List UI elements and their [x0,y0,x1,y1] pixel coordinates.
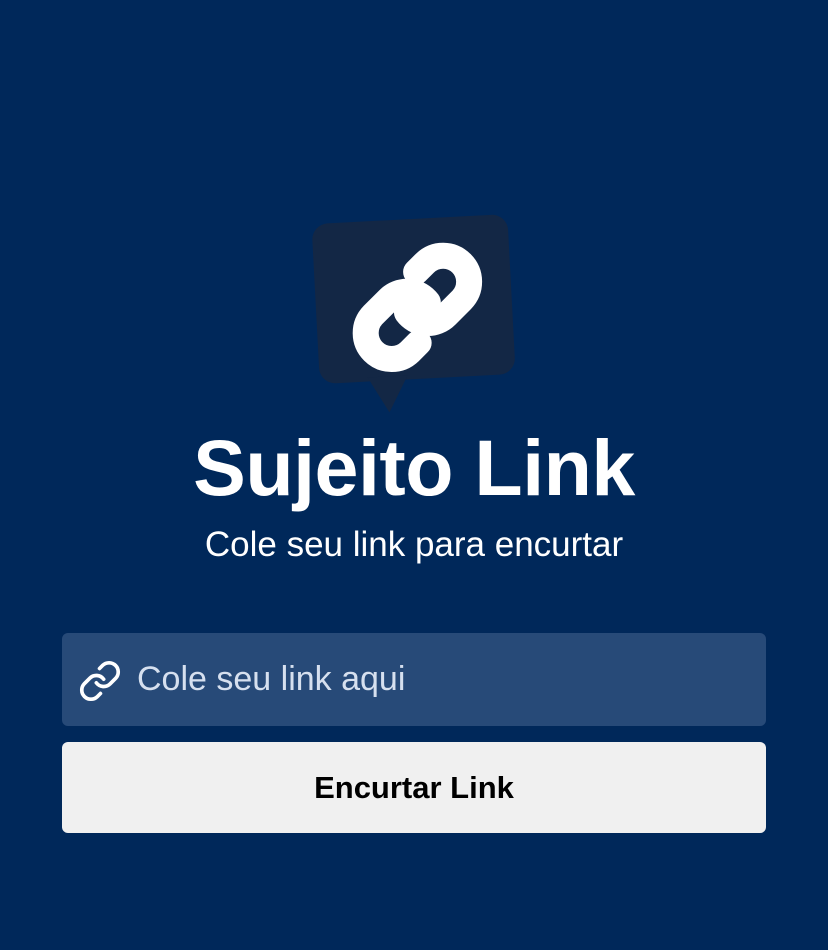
speech-bubble-link-icon [310,207,518,413]
app-subtitle: Cole seu link para encurtar [204,525,624,564]
app-title: Sujeito Link [193,423,635,512]
link-input[interactable] [62,633,766,726]
shorten-link-button[interactable]: Encurtar Link [62,742,766,833]
